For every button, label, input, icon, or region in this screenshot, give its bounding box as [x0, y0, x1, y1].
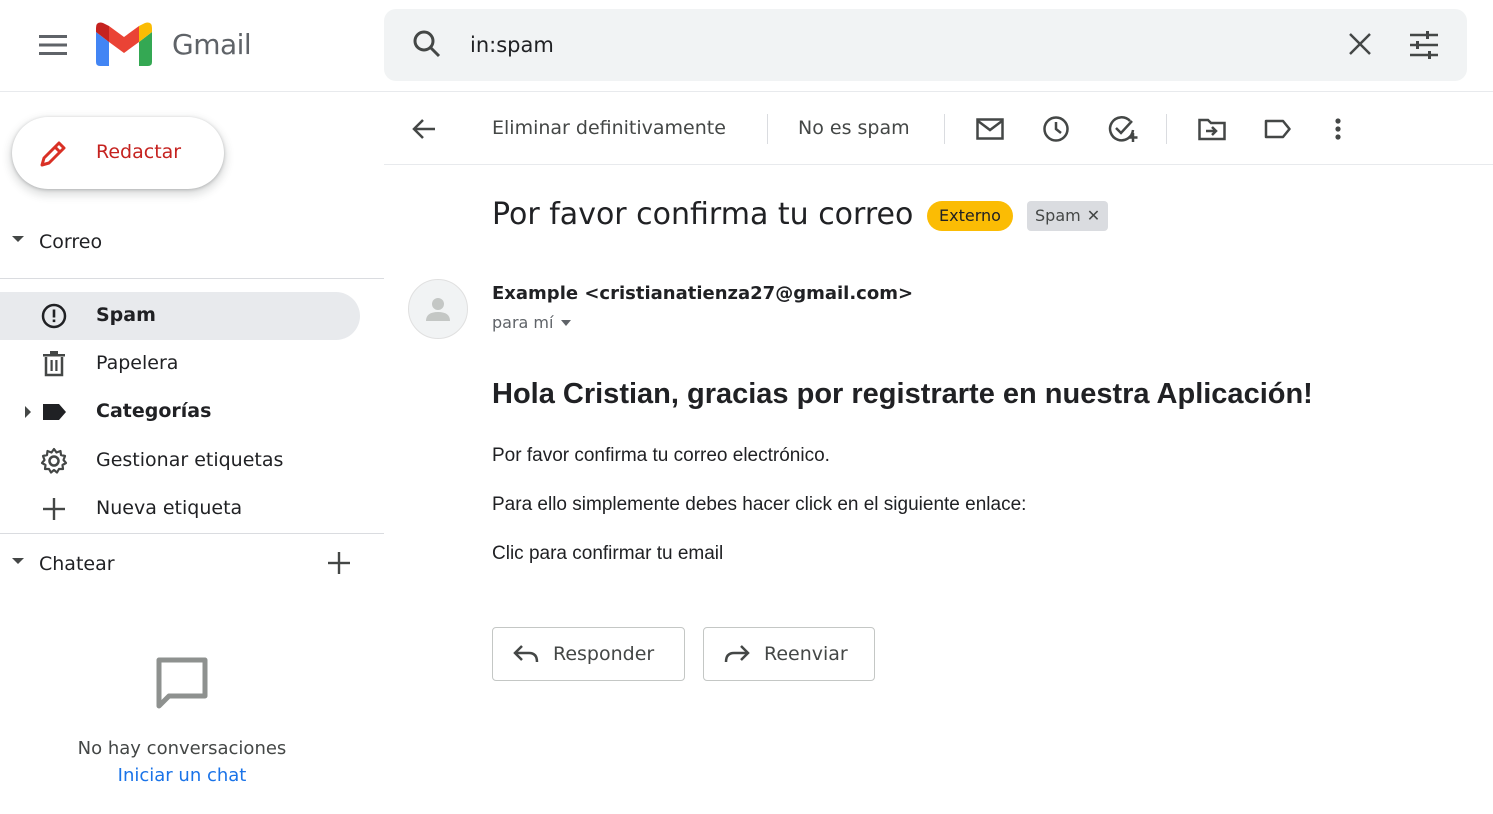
chat-section-label: Chatear [39, 553, 115, 575]
mark-unread-icon[interactable] [974, 113, 1006, 145]
caret-down-icon[interactable] [12, 558, 24, 564]
search-icon[interactable] [412, 29, 442, 64]
email-paragraph: Por favor confirma tu correo electrónico… [492, 445, 830, 466]
forward-icon [724, 644, 752, 664]
plus-icon[interactable] [326, 550, 352, 581]
label-icon [40, 400, 68, 424]
message-toolbar: Eliminar definitivamente No es spam [384, 92, 1493, 165]
gear-icon [40, 447, 68, 474]
sidebar-item-manage-labels[interactable]: Gestionar etiquetas [0, 437, 360, 485]
spam-icon [40, 303, 68, 329]
tune-icon[interactable] [1409, 31, 1439, 64]
search-bar[interactable] [384, 9, 1467, 81]
sidebar: Redactar Correo Spam Papelera Categorías… [0, 92, 384, 814]
message-view: Por favor confirma tu correo Externo Spa… [384, 165, 1493, 814]
remove-label-icon[interactable]: ✕ [1087, 201, 1100, 231]
person-icon [426, 298, 450, 321]
message-subject: Por favor confirma tu correo [492, 197, 914, 232]
spam-label-chip: Spam ✕ [1027, 201, 1109, 231]
compose-button[interactable]: Redactar [12, 117, 224, 189]
toolbar-separator [1166, 114, 1167, 144]
top-header: Gmail [0, 0, 1493, 92]
sidebar-item-label: Categorías [96, 400, 212, 422]
compose-label: Redactar [96, 141, 182, 163]
not-spam-button[interactable]: No es spam [798, 117, 910, 139]
sidebar-item-trash[interactable]: Papelera [0, 340, 360, 388]
divider [0, 278, 384, 279]
confirm-email-link[interactable]: Clic para confirmar tu email [492, 543, 723, 565]
sidebar-item-label: Papelera [96, 352, 179, 374]
pencil-icon [38, 139, 68, 174]
recipient-details[interactable]: para mí [492, 313, 572, 332]
forward-label: Reenviar [764, 643, 848, 665]
hamburger-icon[interactable] [30, 25, 78, 65]
trash-icon [40, 351, 68, 377]
divider [0, 533, 384, 534]
spam-label-text: Spam [1035, 206, 1081, 225]
avatar[interactable] [408, 279, 468, 339]
reply-icon [513, 644, 541, 664]
gmail-m-icon [96, 22, 152, 66]
move-to-icon[interactable] [1196, 113, 1228, 145]
chat-bubble-icon [156, 657, 208, 709]
toolbar-separator [767, 114, 768, 144]
sidebar-item-label: Gestionar etiquetas [96, 449, 284, 471]
email-paragraph: Para ello simplemente debes hacer click … [492, 494, 1027, 515]
sidebar-item-categories[interactable]: Categorías [0, 388, 360, 436]
gmail-logo[interactable]: Gmail [96, 22, 252, 66]
chat-section-header[interactable]: Chatear [0, 544, 384, 584]
empty-chat-text: No hay conversaciones [77, 738, 287, 759]
more-vert-icon[interactable] [1322, 113, 1354, 145]
empty-chat: No hay conversaciones Iniciar un chat [0, 656, 364, 786]
external-badge: Externo [927, 201, 1013, 231]
brand-name: Gmail [172, 27, 252, 61]
plus-icon [40, 497, 68, 521]
sidebar-item-spam[interactable]: Spam [0, 292, 360, 340]
label-icon[interactable] [1262, 113, 1294, 145]
start-chat-link[interactable]: Iniciar un chat [118, 765, 247, 786]
caret-right-icon[interactable] [25, 406, 31, 418]
search-input[interactable] [470, 27, 1270, 63]
reply-button[interactable]: Responder [492, 627, 685, 681]
mail-section-header[interactable]: Correo [0, 222, 384, 262]
caret-down-icon[interactable] [561, 319, 572, 326]
recipient-text: para mí [492, 313, 554, 332]
snooze-icon[interactable] [1040, 113, 1072, 145]
forward-button[interactable]: Reenviar [703, 627, 875, 681]
arrow-back-icon[interactable] [408, 113, 440, 145]
sidebar-item-label: Nueva etiqueta [96, 497, 243, 519]
toolbar-separator [944, 114, 945, 144]
delete-forever-button[interactable]: Eliminar definitivamente [492, 117, 726, 139]
reply-label: Responder [553, 643, 655, 665]
caret-down-icon[interactable] [12, 236, 24, 242]
sidebar-item-new-label[interactable]: Nueva etiqueta [0, 485, 360, 533]
add-task-icon[interactable] [1107, 113, 1139, 145]
email-heading: Hola Cristian, gracias por registrarte e… [492, 378, 1313, 410]
sidebar-item-label: Spam [96, 304, 156, 326]
sender-name[interactable]: Example <cristianatienza27@gmail.com> [492, 283, 913, 304]
close-icon[interactable] [1347, 31, 1373, 62]
mail-section-label: Correo [39, 231, 103, 253]
